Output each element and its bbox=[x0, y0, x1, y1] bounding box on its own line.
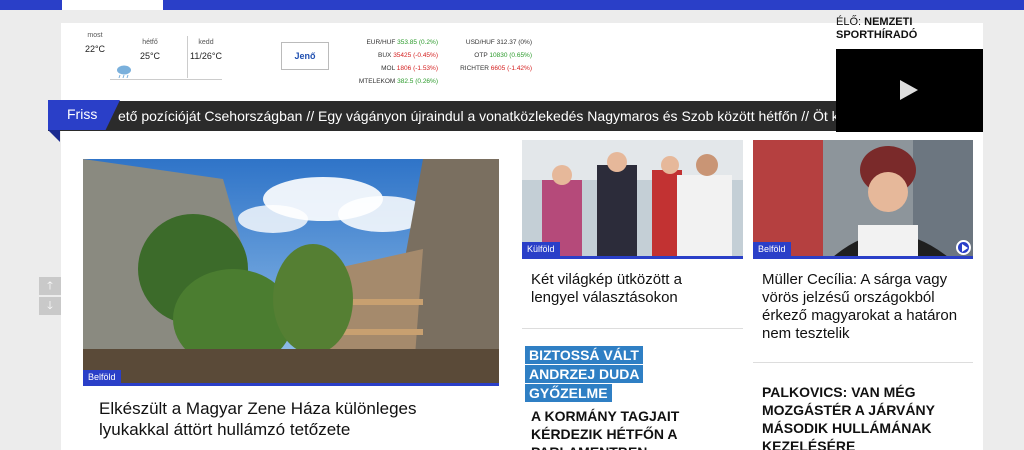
mid-article-image[interactable] bbox=[522, 140, 743, 257]
main-article-underline bbox=[83, 383, 499, 386]
divider bbox=[753, 362, 973, 363]
weather-temp: 22°C bbox=[84, 44, 106, 54]
mid-upper-headline[interactable]: A KORMÁNY TAGJAIT KÉRDEZIK HÉTFŐN A PARL… bbox=[531, 407, 731, 450]
weather-widget: most 22°C hétfő 25°C kedd 11/26°C bbox=[82, 32, 232, 82]
ticker-label-fold bbox=[48, 130, 60, 142]
market-row[interactable]: MTELEKOM 382.5 (0.26%) bbox=[358, 75, 438, 88]
market-row[interactable]: RICHTER 6605 (-1.42%) bbox=[452, 62, 532, 75]
market-row[interactable]: EUR/HUF 353.85 (0.2%) bbox=[358, 36, 438, 49]
main-article-title[interactable]: Elkészült a Magyar Zene Háza különleges … bbox=[99, 398, 479, 440]
mid-article-photo bbox=[522, 140, 743, 257]
weather-day-label: most bbox=[87, 32, 103, 39]
mid-article-title[interactable]: Két világkép ütközött a lengyel választá… bbox=[531, 271, 731, 307]
weather-day-tuesday: kedd 11/26°C bbox=[188, 39, 224, 61]
nameday-button[interactable]: Jenő bbox=[281, 42, 329, 70]
ticker-text[interactable]: ető pozícióját Csehországban // Egy vágá… bbox=[118, 108, 836, 124]
news-ticker[interactable]: ető pozícióját Csehországban // Egy vágá… bbox=[48, 101, 836, 131]
play-icon[interactable] bbox=[900, 80, 918, 100]
market-row[interactable]: BUX 35425 (-0.45%) bbox=[358, 49, 438, 62]
market-column-1: EUR/HUF 353.85 (0.2%) BUX 35425 (-0.45%)… bbox=[358, 36, 438, 88]
weather-temp: 11/26°C bbox=[190, 51, 222, 61]
main-article-image[interactable] bbox=[83, 159, 499, 383]
right-article-photo bbox=[753, 140, 973, 257]
market-row[interactable]: OTP 10830 (0.65%) bbox=[452, 49, 532, 62]
top-bar-active-tab[interactable] bbox=[62, 0, 163, 10]
page-root: { "weather": { "days": [ {"day": "most",… bbox=[0, 0, 1024, 450]
scroll-up-arrow-icon[interactable]: 🡑 bbox=[39, 277, 61, 295]
category-tag[interactable]: Belföld bbox=[83, 370, 121, 384]
video-play-icon[interactable] bbox=[956, 240, 971, 255]
weather-day-label: hétfő bbox=[142, 39, 158, 46]
highlight-headline-text[interactable]: BIZTOSSÁ VÁLT ANDRZEJ DUDA GYŐZELME bbox=[525, 346, 644, 402]
cloud-rain-icon bbox=[117, 65, 131, 78]
market-row[interactable]: USD/HUF 312.37 (0%) bbox=[452, 36, 532, 49]
weather-day-today: most 22°C bbox=[82, 32, 108, 54]
divider bbox=[522, 328, 743, 329]
weather-day-monday: hétfő 25°C bbox=[134, 39, 166, 61]
category-tag[interactable]: Külföld bbox=[522, 242, 560, 256]
weather-divider bbox=[110, 79, 222, 80]
right-article-title[interactable]: Müller Cecília: A sárga vagy vörös jelzé… bbox=[762, 271, 967, 343]
market-column-2: USD/HUF 312.37 (0%) OTP 10830 (0.65%) RI… bbox=[452, 36, 532, 75]
weather-temp: 25°C bbox=[139, 51, 161, 61]
main-article-photo bbox=[83, 159, 499, 383]
right-article-image[interactable] bbox=[753, 140, 973, 257]
weather-day-label: kedd bbox=[198, 39, 214, 46]
right-article-underline bbox=[753, 256, 973, 259]
live-label: ÉLŐ: bbox=[836, 16, 862, 28]
category-tag[interactable]: Belföld bbox=[753, 242, 791, 256]
scroll-down-arrow-icon[interactable]: 🡓 bbox=[39, 297, 61, 315]
live-video-player[interactable] bbox=[836, 49, 983, 132]
market-row[interactable]: MOL 1806 (-1.53%) bbox=[358, 62, 438, 75]
right-upper-headline[interactable]: PALKOVICS: VAN MÉG MOZGÁSTÉR A JÁRVÁNY M… bbox=[762, 383, 967, 450]
mid-article-underline bbox=[522, 256, 743, 259]
ticker-label: Friss bbox=[67, 106, 98, 122]
live-stream-header[interactable]: ÉLŐ: NEMZETI SPORTHÍRADÓ bbox=[836, 16, 986, 42]
highlight-headline[interactable]: BIZTOSSÁ VÁLT ANDRZEJ DUDA GYŐZELME bbox=[525, 346, 705, 403]
